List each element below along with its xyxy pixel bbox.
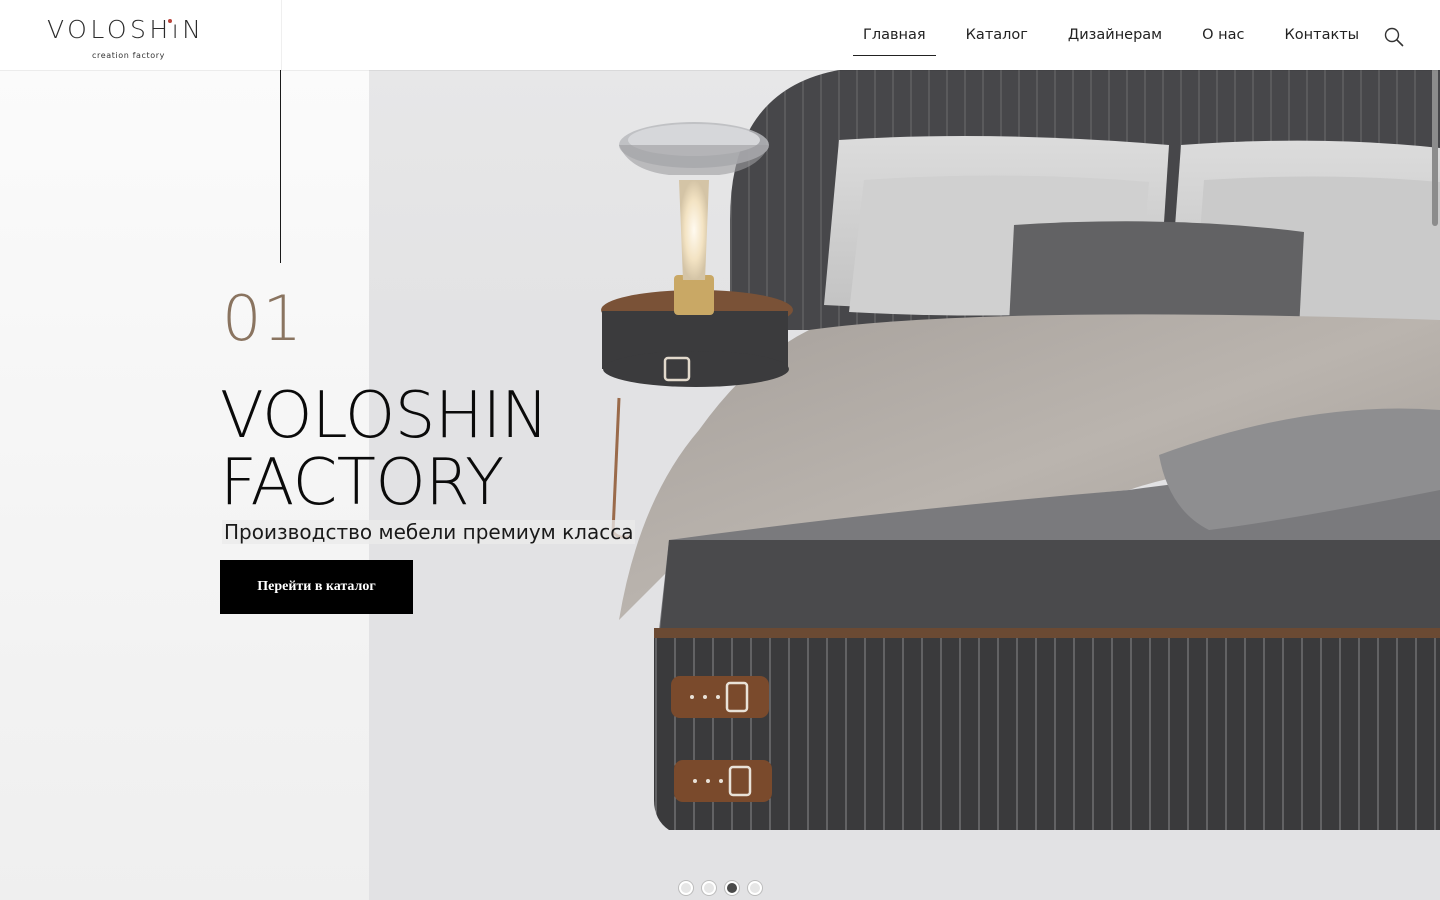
main-nav: Главная Каталог Дизайнерам О нас Контакт…	[853, 0, 1399, 70]
slider-dots	[679, 881, 762, 895]
slider-dot-active[interactable]	[725, 881, 739, 895]
nav-item-label: О нас	[1202, 27, 1245, 43]
search-button[interactable]	[1383, 26, 1405, 48]
nav-item-label: Каталог	[965, 27, 1028, 43]
nav-item-designers[interactable]: Дизайнерам	[1068, 0, 1162, 70]
nav-item-home[interactable]: Главная	[853, 0, 936, 70]
decorative-vertical-line	[280, 70, 281, 263]
nav-item-catalog[interactable]: Каталог	[966, 0, 1028, 70]
go-to-catalog-button[interactable]: Перейти в каталог	[220, 560, 413, 614]
hero-title: VOLOSHIN FACTORY	[220, 379, 549, 520]
logo[interactable]: VOLOSHıN creation factory	[0, 0, 282, 70]
slider-dot[interactable]	[748, 881, 762, 895]
slider-dot[interactable]	[702, 881, 716, 895]
logo-accent-dot	[168, 19, 172, 23]
slide-number: 01	[222, 282, 303, 355]
nav-item-label: Контакты	[1284, 27, 1360, 43]
logo-wordmark: VOLOSHıN	[47, 15, 205, 44]
site-header: VOLOSHıN creation factory Главная Катало…	[0, 0, 1440, 70]
search-icon	[1384, 27, 1404, 47]
nav-item-label: Дизайнерам	[1067, 27, 1163, 43]
page-scrollbar[interactable]	[1432, 0, 1438, 900]
slider-dot[interactable]	[679, 881, 693, 895]
hero-subtitle: Производство мебели премиум класса	[222, 520, 636, 544]
cta-label: Перейти в каталог	[257, 579, 376, 594]
logo-subtitle: creation factory	[92, 51, 165, 60]
nav-item-label: Главная	[863, 27, 926, 43]
nav-item-about[interactable]: О нас	[1202, 0, 1244, 70]
nav-item-contacts[interactable]: Контакты	[1285, 0, 1360, 70]
